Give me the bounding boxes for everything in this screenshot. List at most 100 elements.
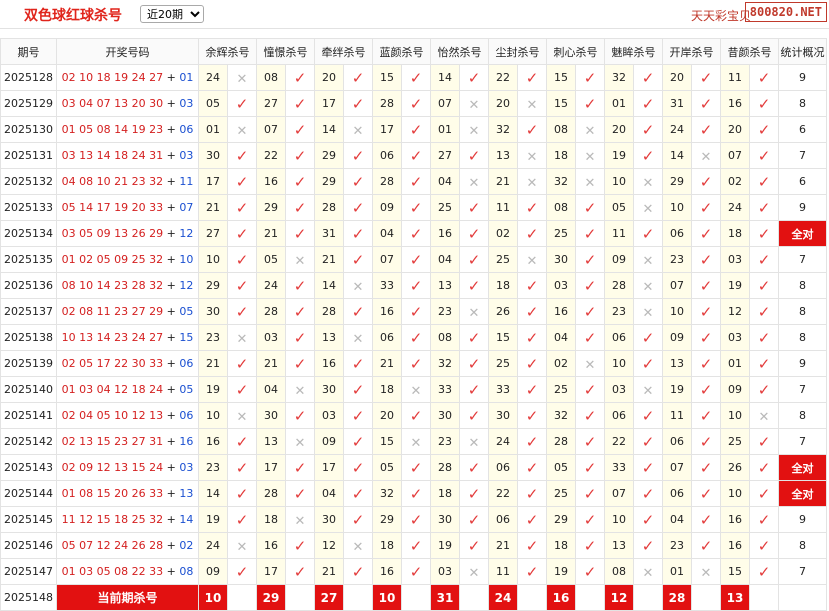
kill-number: 06 xyxy=(604,402,634,429)
kill-number: 18 xyxy=(372,532,402,559)
kill-number: 07 xyxy=(372,246,402,273)
check-mark-icon: ✓ xyxy=(633,64,663,91)
cross-mark-icon: ✕ xyxy=(459,90,489,117)
kill-number: 20 xyxy=(604,116,634,143)
check-mark-icon: ✓ xyxy=(525,432,539,451)
check-mark-icon: ✓ xyxy=(227,298,257,325)
check-mark-icon: ✓ xyxy=(517,454,547,481)
kill-number: 06 xyxy=(372,142,402,169)
check-mark-icon: ✓ xyxy=(699,94,713,113)
cross-mark-icon: ✕ xyxy=(584,149,596,165)
check-mark-icon: ✓ xyxy=(293,536,307,555)
table-body: 2025128 02 10 18 19 24 27 + 01 24 ✕ 08 ✓ 20 ✓ 15… xyxy=(0,64,827,611)
check-mark-icon: ✓ xyxy=(583,328,597,347)
check-mark-icon: ✓ xyxy=(749,220,779,247)
kill-number: 04 xyxy=(430,246,460,273)
check-mark-icon: ✓ xyxy=(641,354,655,373)
draw-numbers: 02 04 05 10 12 13 + 06 xyxy=(56,402,199,429)
check-mark-icon: ✓ xyxy=(749,298,779,325)
kill-number: 15 xyxy=(720,558,750,585)
cross-mark-icon: ✕ xyxy=(575,168,605,195)
kill-number: 01 xyxy=(720,350,750,377)
check-mark-icon: ✓ xyxy=(459,142,489,169)
kill-number: 19 xyxy=(720,272,750,299)
red-balls: 02 10 18 19 24 27 xyxy=(61,71,164,84)
check-mark-icon: ✓ xyxy=(517,194,547,221)
check-mark-icon: ✓ xyxy=(525,328,539,347)
check-mark-icon: ✓ xyxy=(409,328,423,347)
kill-number: 09 xyxy=(372,194,402,221)
table-row: 2025130 01 05 08 14 19 23 + 06 01 ✕ 07 ✓ 14 ✕ 17… xyxy=(0,116,827,143)
cross-mark-icon: ✕ xyxy=(633,194,663,221)
period-select[interactable]: 近20期 xyxy=(140,5,204,23)
check-mark-icon: ✓ xyxy=(235,510,249,529)
blue-ball: 06 xyxy=(179,123,194,136)
kill-number: 16 xyxy=(720,506,750,533)
check-mark-icon: ✓ xyxy=(467,406,481,425)
check-mark-icon: ✓ xyxy=(575,90,605,117)
kill-number: 32 xyxy=(546,402,576,429)
check-mark-icon: ✓ xyxy=(757,276,771,295)
cross-mark-icon: ✕ xyxy=(691,142,721,169)
kill-number: 32 xyxy=(488,116,518,143)
kill-number: 18 xyxy=(488,272,518,299)
table-row: 2025132 04 08 10 21 23 32 + 11 17 ✓ 16 ✓ 29 ✓ 28… xyxy=(0,168,827,195)
kill-number: 25 xyxy=(488,350,518,377)
check-mark-icon: ✓ xyxy=(343,428,373,455)
cross-mark-icon: ✕ xyxy=(633,298,663,325)
check-mark-icon: ✓ xyxy=(293,94,307,113)
check-mark-icon: ✓ xyxy=(467,146,481,165)
check-mark-icon: ✓ xyxy=(757,172,771,191)
kill-number: 19 xyxy=(430,532,460,559)
draw-numbers: 01 08 15 20 26 33 + 13 xyxy=(56,480,199,507)
kill-number: 04 xyxy=(314,480,344,507)
kill-number: 29 xyxy=(314,142,344,169)
kill-number: 19 xyxy=(546,558,576,585)
red-balls: 02 04 05 10 12 13 xyxy=(61,409,164,422)
check-mark-icon: ✓ xyxy=(641,120,655,139)
empty-stat-cell xyxy=(778,584,827,611)
current-kill-label: 当前期杀号 xyxy=(56,584,199,611)
table-row: 2025145 11 12 15 18 25 32 + 14 19 ✓ 18 ✕ 30 ✓ 29… xyxy=(0,506,827,533)
col-expert-7: 魅眸杀号 xyxy=(604,38,663,65)
issue-number: 2025144 xyxy=(0,480,57,507)
check-mark-icon: ✓ xyxy=(749,64,779,91)
cross-mark-icon: ✕ xyxy=(352,331,364,347)
cross-mark-icon: ✕ xyxy=(410,383,422,399)
issue-number: 2025142 xyxy=(0,428,57,455)
check-mark-icon: ✓ xyxy=(293,198,307,217)
kill-number: 20 xyxy=(488,90,518,117)
check-mark-icon: ✓ xyxy=(459,194,489,221)
check-mark-icon: ✓ xyxy=(691,116,721,143)
site-name: 天天彩宝贝 xyxy=(690,9,751,23)
check-mark-icon: ✓ xyxy=(749,376,779,403)
kill-number: 16 xyxy=(372,298,402,325)
kill-number: 18 xyxy=(372,376,402,403)
kill-number: 09 xyxy=(198,558,228,585)
kill-number: 11 xyxy=(488,194,518,221)
kill-number: 20 xyxy=(372,402,402,429)
check-mark-icon: ✓ xyxy=(351,94,365,113)
check-mark-icon: ✓ xyxy=(343,480,373,507)
kill-number: 26 xyxy=(488,298,518,325)
stat-summary: 7 xyxy=(778,376,827,403)
cross-mark-icon: ✕ xyxy=(642,383,654,399)
check-mark-icon: ✓ xyxy=(641,328,655,347)
issue-number: 2025128 xyxy=(0,64,57,91)
check-mark-icon: ✓ xyxy=(583,250,597,269)
check-mark-icon: ✓ xyxy=(409,484,423,503)
site-url[interactable]: 800820.NET xyxy=(744,2,827,22)
cross-mark-icon: ✕ xyxy=(700,565,712,581)
kill-number: 23 xyxy=(604,298,634,325)
check-mark-icon: ✓ xyxy=(467,380,481,399)
check-mark-icon: ✓ xyxy=(641,224,655,243)
check-mark-icon: ✓ xyxy=(467,510,481,529)
kill-number: 02 xyxy=(546,350,576,377)
kill-number: 11 xyxy=(720,64,750,91)
plus-sign: + xyxy=(163,123,180,136)
check-mark-icon: ✓ xyxy=(517,376,547,403)
kill-number: 15 xyxy=(488,324,518,351)
kill-number: 29 xyxy=(546,506,576,533)
check-mark-icon: ✓ xyxy=(525,224,539,243)
cross-mark-icon: ✕ xyxy=(633,168,663,195)
